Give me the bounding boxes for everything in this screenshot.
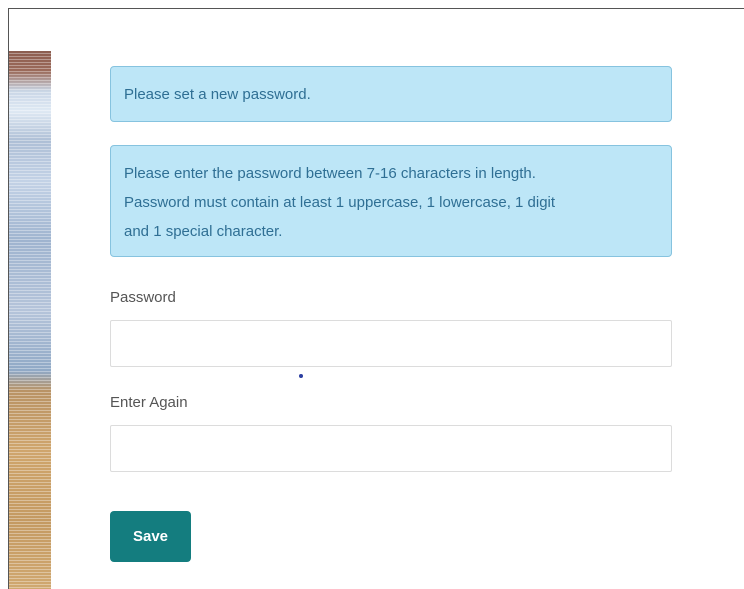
rules-line-1: Please enter the password between 7-16 c… — [124, 165, 536, 182]
rules-line-2: Password must contain at least 1 upperca… — [124, 194, 556, 211]
confirm-password-label: Enter Again — [110, 394, 188, 411]
info-alert-set-password: Please set a new password. — [110, 66, 672, 122]
alert-text: Please set a new password. — [124, 86, 311, 103]
password-label: Password — [110, 289, 176, 306]
password-input[interactable] — [110, 320, 672, 367]
info-alert-password-rules: Please enter the password between 7-16 c… — [110, 145, 672, 257]
save-button[interactable]: Save — [110, 511, 191, 562]
mouse-cursor-dot — [299, 374, 303, 378]
background-photo — [9, 51, 51, 589]
confirm-password-input[interactable] — [110, 425, 672, 472]
password-form: Please set a new password. Please enter … — [110, 66, 672, 472]
rules-line-3: and 1 special character. — [124, 223, 283, 240]
